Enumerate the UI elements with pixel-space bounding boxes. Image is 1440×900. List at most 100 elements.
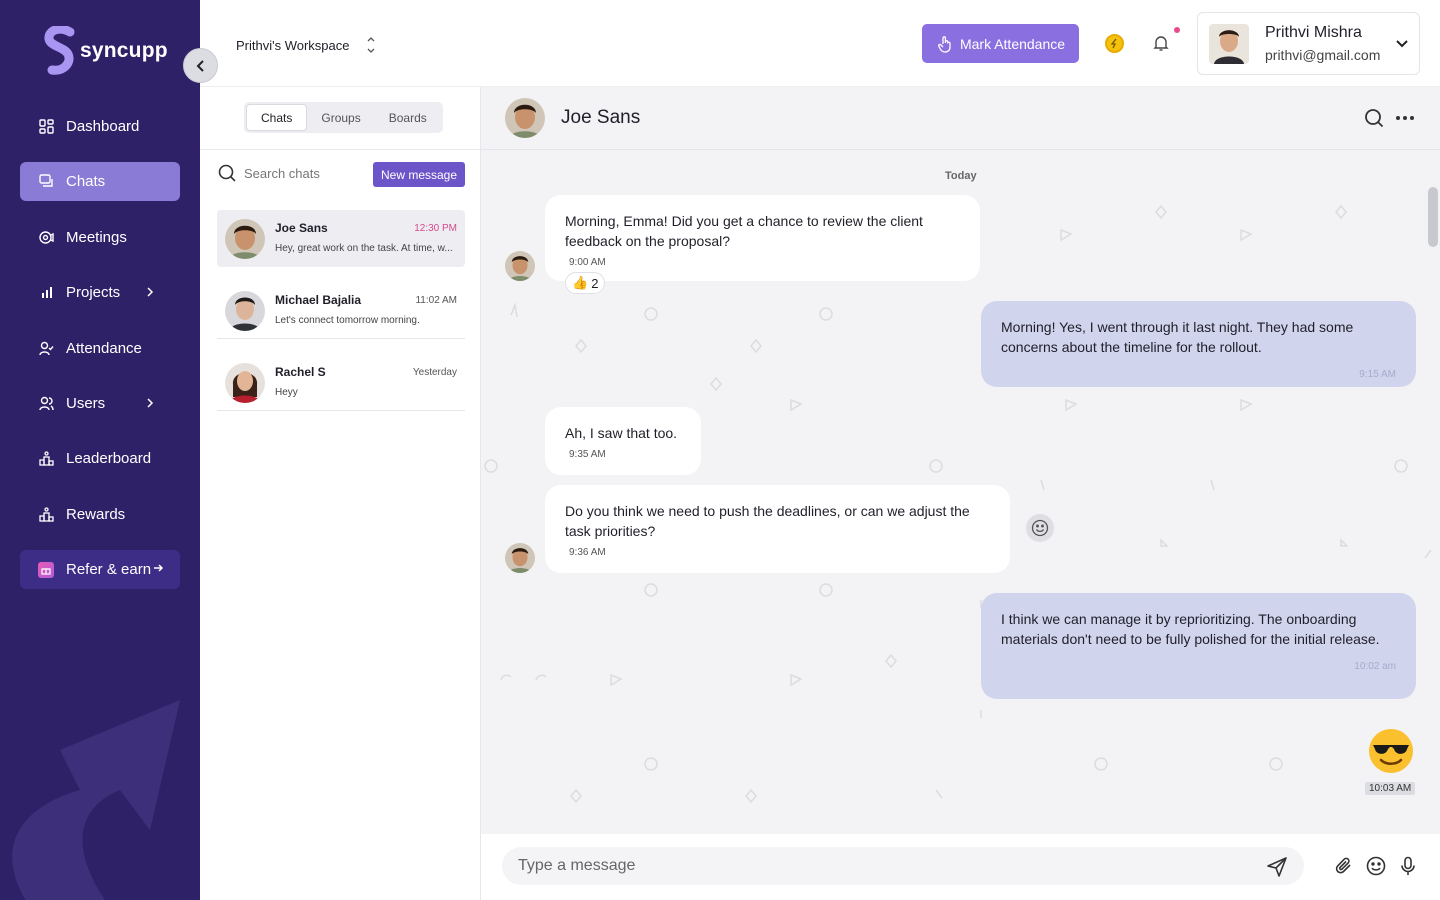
hand-pointer-icon bbox=[938, 35, 951, 53]
sidebar-item-attendance[interactable]: Attendance bbox=[20, 329, 180, 368]
sidebar-item-label: Leaderboard bbox=[66, 450, 152, 468]
message-composer bbox=[481, 834, 1440, 900]
message-input[interactable] bbox=[518, 857, 1258, 875]
sidebar-item-label: Meetings bbox=[66, 228, 127, 246]
mark-attendance-button[interactable]: Mark Attendance bbox=[922, 24, 1079, 63]
sidebar-item-label: Chats bbox=[66, 173, 106, 191]
chevron-down-icon bbox=[1396, 40, 1408, 48]
avatar bbox=[505, 543, 535, 573]
profile-name: Prithvi Mishra bbox=[1265, 24, 1362, 41]
message-time: 9:15 AM bbox=[1359, 369, 1396, 380]
chat-icon bbox=[38, 174, 54, 190]
composer-actions bbox=[1334, 856, 1418, 876]
chat-time: 12:30 PM bbox=[414, 223, 457, 234]
topbar: Prithvi's Workspace Mark Attendance Prit… bbox=[200, 0, 1440, 87]
search-icon bbox=[218, 164, 236, 182]
message-text: I think we can manage it by reprioritizi… bbox=[1001, 611, 1380, 647]
message-bubble-incoming[interactable]: Morning, Emma! Did you get a chance to r… bbox=[545, 195, 980, 281]
sidebar-item-rewards[interactable]: Rewards bbox=[20, 495, 180, 534]
chat-item-joe-sans[interactable]: Joe Sans 12:30 PM Hey, great work on the… bbox=[217, 210, 465, 267]
workspace-switcher[interactable]: Prithvi's Workspace bbox=[236, 35, 376, 55]
dashboard-icon bbox=[38, 119, 54, 135]
meetings-icon bbox=[38, 229, 54, 245]
sunglasses-emoji-icon[interactable] bbox=[1367, 727, 1415, 775]
message-bubble-incoming[interactable]: Do you think we need to push the deadlin… bbox=[545, 485, 1010, 573]
sidebar-item-leaderboard[interactable]: Leaderboard bbox=[20, 439, 180, 478]
reaction-count: 2 bbox=[591, 275, 599, 291]
rewards-icon bbox=[38, 506, 54, 522]
message-bubble-incoming[interactable]: Ah, I saw that too. 9:35 AM bbox=[545, 407, 701, 475]
chat-preview: Let's connect tomorrow morning. bbox=[275, 315, 420, 326]
date-divider: Today bbox=[945, 170, 977, 182]
chat-preview: Hey, great work on the task. At time, w.… bbox=[275, 243, 453, 254]
sidebar-item-chats[interactable]: Chats bbox=[20, 162, 180, 202]
avatar bbox=[225, 291, 265, 331]
logo-text: syncupp bbox=[80, 39, 168, 62]
users-icon bbox=[38, 395, 54, 411]
bell-icon[interactable] bbox=[1152, 34, 1170, 52]
sidebar-item-label: Users bbox=[66, 394, 106, 412]
sidebar-item-dashboard[interactable]: Dashboard bbox=[20, 107, 180, 146]
send-icon[interactable] bbox=[1266, 856, 1288, 878]
avatar[interactable] bbox=[505, 98, 545, 138]
message-text: Do you think we need to push the deadlin… bbox=[565, 503, 970, 539]
logo[interactable]: syncupp bbox=[44, 26, 168, 76]
message-bubble-outgoing[interactable]: Morning! Yes, I went through it last nig… bbox=[981, 301, 1416, 387]
coin-icon[interactable] bbox=[1105, 34, 1124, 53]
tab-groups[interactable]: Groups bbox=[307, 104, 374, 131]
chat-time: 11:02 AM bbox=[415, 295, 457, 306]
logo-mark-icon bbox=[44, 26, 75, 75]
reaction-badge[interactable]: 👍 2 bbox=[565, 272, 606, 294]
chat-item-michael-bajalia[interactable]: Michael Bajalia 11:02 AM Let's connect t… bbox=[217, 282, 465, 339]
sidebar-item-label: Attendance bbox=[66, 339, 142, 357]
avatar bbox=[225, 219, 265, 259]
chat-name: Rachel S bbox=[275, 365, 326, 379]
emoji-icon[interactable] bbox=[1366, 856, 1386, 876]
message-input-wrapper bbox=[502, 847, 1304, 885]
chevron-up-down-icon bbox=[366, 35, 376, 55]
sidebar-item-meetings[interactable]: Meetings bbox=[20, 218, 180, 257]
message-text: Morning! Yes, I went through it last nig… bbox=[1001, 319, 1354, 355]
search-placeholder: Search chats bbox=[244, 165, 320, 181]
workspace-name: Prithvi's Workspace bbox=[236, 37, 350, 53]
add-reaction-button[interactable] bbox=[1026, 514, 1054, 542]
scrollbar[interactable] bbox=[1428, 187, 1438, 247]
chat-tabs: Chats Groups Boards bbox=[244, 102, 443, 133]
conversation-title: Joe Sans bbox=[561, 107, 641, 128]
avatar bbox=[505, 251, 535, 281]
avatar bbox=[225, 363, 265, 403]
conversation-panel: Joe Sans Today Morning, Emma! Did you ge… bbox=[481, 87, 1440, 900]
message-time: 9:35 AM bbox=[569, 449, 606, 460]
sidebar-item-projects[interactable]: Projects bbox=[20, 273, 180, 312]
paperclip-icon[interactable] bbox=[1334, 856, 1354, 876]
tab-chats[interactable]: Chats bbox=[246, 104, 308, 131]
new-message-button[interactable]: New message bbox=[373, 162, 465, 187]
chat-name: Michael Bajalia bbox=[275, 293, 362, 307]
projects-icon bbox=[38, 285, 54, 301]
sidebar-item-users[interactable]: Users bbox=[20, 384, 180, 423]
sidebar-nav: Dashboard Chats Meetings Projects Attend… bbox=[20, 107, 180, 606]
conversation-header: Joe Sans bbox=[481, 87, 1440, 150]
refer-and-earn-button[interactable]: Refer & earn bbox=[20, 550, 180, 590]
chat-item-rachel-s[interactable]: Rachel S Yesterday Heyy bbox=[217, 354, 465, 411]
avatar bbox=[1209, 23, 1249, 64]
sidebar-item-label: Dashboard bbox=[66, 118, 140, 135]
profile-menu[interactable]: Prithvi Mishra prithvi@gmail.com bbox=[1197, 12, 1420, 75]
collapse-sidebar-button[interactable] bbox=[183, 48, 218, 83]
microphone-icon[interactable] bbox=[1398, 856, 1418, 876]
message-text: Morning, Emma! Did you get a chance to r… bbox=[565, 213, 923, 249]
chat-list-panel: Chats Groups Boards Search chats New mes… bbox=[200, 87, 481, 900]
attendance-icon bbox=[38, 340, 54, 356]
gift-icon bbox=[38, 561, 54, 578]
message-bubble-outgoing[interactable]: I think we can manage it by reprioritizi… bbox=[981, 593, 1416, 699]
tab-boards[interactable]: Boards bbox=[375, 104, 441, 131]
divider bbox=[217, 410, 465, 411]
more-options-icon[interactable] bbox=[1396, 116, 1414, 120]
search-icon[interactable] bbox=[1364, 108, 1384, 128]
notification-dot bbox=[1174, 27, 1180, 33]
search-chats-input[interactable]: Search chats bbox=[218, 164, 320, 182]
arrow-right-icon bbox=[154, 564, 164, 572]
message-time: 10:02 am bbox=[1354, 661, 1396, 672]
divider bbox=[217, 338, 465, 339]
sidebar-item-label: Projects bbox=[66, 284, 121, 302]
